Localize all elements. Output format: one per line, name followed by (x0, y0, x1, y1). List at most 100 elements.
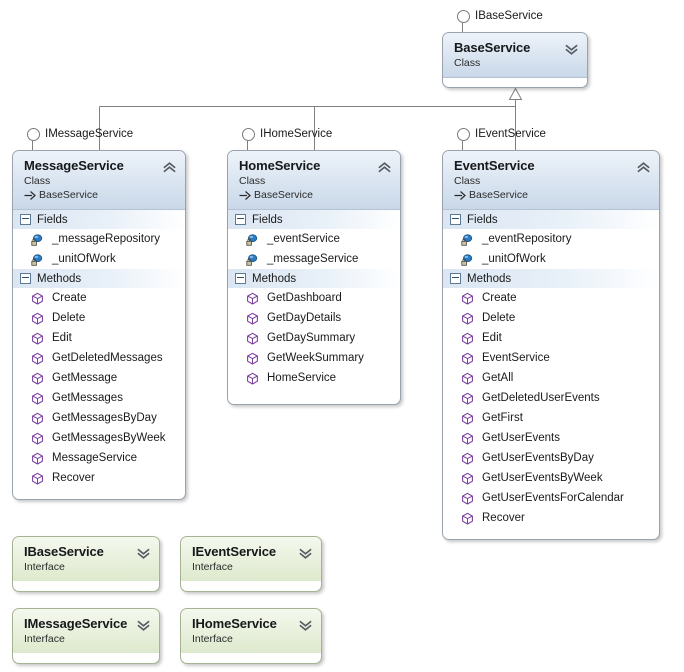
compartment-header-fields[interactable]: Fields (13, 210, 185, 229)
compartment-header-methods[interactable]: Methods (228, 269, 400, 288)
lollipop-circle-icon (27, 128, 40, 141)
member-row[interactable]: Recover (13, 468, 185, 488)
member-row[interactable]: GetAll (443, 368, 659, 388)
field-private-icon (31, 253, 44, 266)
shape-kind-label: Class (239, 175, 266, 187)
member-row[interactable]: GetUserEventsForCalendar (443, 488, 659, 508)
member-row[interactable]: _messageService (228, 249, 400, 269)
interface-shape-ieventservice[interactable]: IEventService Interface (180, 536, 322, 592)
member-row[interactable]: Delete (443, 308, 659, 328)
class-shape-baseservice[interactable]: BaseService Class (442, 32, 588, 88)
shape-header: IHomeService Interface (181, 609, 321, 653)
member-row[interactable]: GetDayDetails (228, 308, 400, 328)
member-row[interactable]: _eventService (228, 229, 400, 249)
compartment-label: Methods (467, 272, 512, 285)
member-row[interactable]: EventService (443, 348, 659, 368)
member-row[interactable]: _eventRepository (443, 229, 659, 249)
member-row[interactable]: GetDashboard (228, 288, 400, 308)
member-row[interactable]: GetUserEventsByWeek (443, 468, 659, 488)
collapse-expander-icon[interactable] (235, 273, 246, 284)
shape-title: IMessageService (24, 616, 128, 631)
member-row[interactable]: GetUserEvents (443, 428, 659, 448)
base-class-name: BaseService (254, 189, 313, 201)
method-icon (31, 432, 44, 445)
compartment-header-methods[interactable]: Methods (443, 269, 659, 288)
collapse-expander-icon[interactable] (450, 273, 461, 284)
member-name: MessageService (52, 452, 138, 464)
member-row[interactable]: HomeService (228, 368, 400, 388)
member-name: _eventService (267, 233, 340, 245)
member-row[interactable]: GetFirst (443, 408, 659, 428)
chevron-down-icon[interactable] (299, 618, 312, 631)
compartment-header-fields[interactable]: Fields (228, 210, 400, 229)
member-name: Create (482, 292, 517, 304)
method-icon (31, 472, 44, 485)
member-row[interactable]: GetUserEventsByDay (443, 448, 659, 468)
field-private-icon (246, 253, 259, 266)
member-row[interactable]: GetMessagesByWeek (13, 428, 185, 448)
compartment-header-fields[interactable]: Fields (443, 210, 659, 229)
member-row[interactable]: GetDeletedMessages (13, 348, 185, 368)
interface-lollipop-ihomeservice[interactable]: IHomeService (242, 128, 332, 141)
class-shape-messageservice[interactable]: MessageService Class BaseService Fields _mes… (12, 150, 186, 500)
method-icon (31, 332, 44, 345)
class-shape-homeservice[interactable]: HomeService Class BaseService Fields _eventS… (227, 150, 401, 405)
method-icon (461, 432, 474, 445)
member-row[interactable]: Edit (443, 328, 659, 348)
collapse-expander-icon[interactable] (450, 214, 461, 225)
member-row[interactable]: GetMessage (13, 368, 185, 388)
method-icon (246, 352, 259, 365)
compartment-label: Fields (37, 213, 68, 226)
member-row[interactable]: Create (443, 288, 659, 308)
member-name: _eventRepository (482, 233, 572, 245)
member-row[interactable]: Create (13, 288, 185, 308)
interface-lollipop-imessageservice[interactable]: IMessageService (27, 128, 133, 141)
shape-body: Fields _messageRepository _unitOfWork Metho… (13, 210, 185, 488)
shape-header: IBaseService Interface (13, 537, 159, 581)
chevron-down-icon[interactable] (137, 618, 150, 631)
member-row[interactable]: _messageRepository (13, 229, 185, 249)
interface-lollipop-ibaseservice[interactable]: IBaseService (457, 10, 543, 23)
member-row[interactable]: _unitOfWork (13, 249, 185, 269)
chevron-down-icon[interactable] (565, 42, 578, 55)
member-row[interactable]: Delete (13, 308, 185, 328)
method-icon (246, 372, 259, 385)
chevron-up-icon[interactable] (163, 160, 176, 173)
lollipop-stem (462, 22, 463, 32)
collapse-expander-icon[interactable] (20, 273, 31, 284)
shape-header: IEventService Interface (181, 537, 321, 581)
compartment-header-methods[interactable]: Methods (13, 269, 185, 288)
chevron-down-icon[interactable] (299, 546, 312, 559)
member-row[interactable]: GetDaySummary (228, 328, 400, 348)
base-class-row: BaseService (24, 188, 176, 202)
interface-shape-imessageservice[interactable]: IMessageService Interface (12, 608, 160, 664)
base-class-name: BaseService (469, 189, 528, 201)
interface-shape-ibaseservice[interactable]: IBaseService Interface (12, 536, 160, 592)
member-row[interactable]: Recover (443, 508, 659, 528)
shape-title: EventService (454, 158, 535, 173)
member-row[interactable]: _unitOfWork (443, 249, 659, 269)
chevron-up-icon[interactable] (637, 160, 650, 173)
shape-body: Fields _eventService _messageService Method… (228, 210, 400, 388)
chevron-up-icon[interactable] (378, 160, 391, 173)
member-row[interactable]: Edit (13, 328, 185, 348)
collapse-expander-icon[interactable] (20, 214, 31, 225)
member-row[interactable]: GetMessages (13, 388, 185, 408)
member-row[interactable]: GetDeletedUserEvents (443, 388, 659, 408)
chevron-down-icon[interactable] (137, 546, 150, 559)
member-row[interactable]: GetWeekSummary (228, 348, 400, 368)
collapse-expander-icon[interactable] (235, 214, 246, 225)
member-name: GetUserEvents (482, 432, 560, 444)
member-name: _unitOfWork (482, 253, 546, 265)
interface-shape-ihomeservice[interactable]: IHomeService Interface (180, 608, 322, 664)
member-row[interactable]: MessageService (13, 448, 185, 468)
interface-lollipop-ieventservice[interactable]: IEventService (457, 128, 546, 141)
lollipop-circle-icon (457, 128, 470, 141)
class-shape-eventservice[interactable]: EventService Class BaseService Fields _event… (442, 150, 660, 540)
method-icon (461, 332, 474, 345)
shape-kind-label: Class (24, 175, 51, 187)
shape-title: IBaseService (24, 544, 104, 559)
member-row[interactable]: GetMessagesByDay (13, 408, 185, 428)
member-name: _unitOfWork (52, 253, 116, 265)
lollipop-label: IMessageService (45, 127, 134, 140)
